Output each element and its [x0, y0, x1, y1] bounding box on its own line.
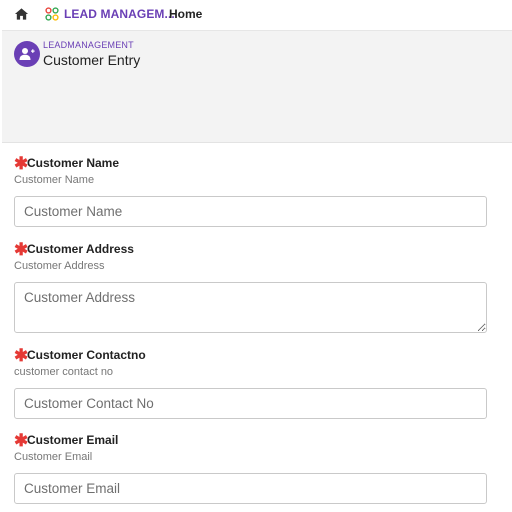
- home-link[interactable]: Home: [169, 7, 202, 21]
- required-asterisk-icon: ✱: [14, 346, 29, 365]
- required-asterisk-icon: ✱: [14, 154, 29, 173]
- avatar: [14, 41, 40, 67]
- customer-email-hint: Customer Email: [14, 451, 93, 463]
- add-person-icon: [19, 48, 35, 60]
- customer-contact-hint: customer contact no: [14, 366, 114, 378]
- customer-contact-label: Customer Contactno: [27, 348, 146, 362]
- page-header: LEADMANAGEMENT Customer Entry: [2, 30, 512, 143]
- customer-contact-field: ✱ Customer Contactno customer contact no: [14, 347, 487, 419]
- customer-name-input[interactable]: [14, 196, 487, 227]
- module-label: LEADMANAGEMENT: [43, 40, 134, 50]
- customer-address-hint: Customer Address: [14, 260, 105, 272]
- customer-address-field: ✱ Customer Address Customer Address: [14, 241, 487, 333]
- customer-contact-input[interactable]: [14, 388, 487, 419]
- top-navigation-bar: LEAD MANAGEM... Home: [0, 0, 512, 29]
- app-launcher-button[interactable]: LEAD MANAGEM...: [45, 7, 175, 21]
- customer-name-label: Customer Name: [27, 156, 120, 170]
- customer-address-textarea[interactable]: [14, 282, 487, 333]
- customer-email-field: ✱ Customer Email Customer Email: [14, 432, 487, 504]
- required-asterisk-icon: ✱: [14, 431, 29, 450]
- page-title: Customer Entry: [43, 52, 141, 68]
- customer-email-label: Customer Email: [27, 433, 119, 447]
- home-icon[interactable]: [14, 7, 29, 21]
- customer-name-field: ✱ Customer Name Customer Name: [14, 155, 487, 227]
- app-title: LEAD MANAGEM...: [64, 7, 175, 21]
- customer-email-input[interactable]: [14, 473, 487, 504]
- required-asterisk-icon: ✱: [14, 240, 29, 259]
- app-grid-icon: [45, 7, 59, 21]
- customer-address-label: Customer Address: [27, 242, 134, 256]
- customer-name-hint: Customer Name: [14, 174, 95, 186]
